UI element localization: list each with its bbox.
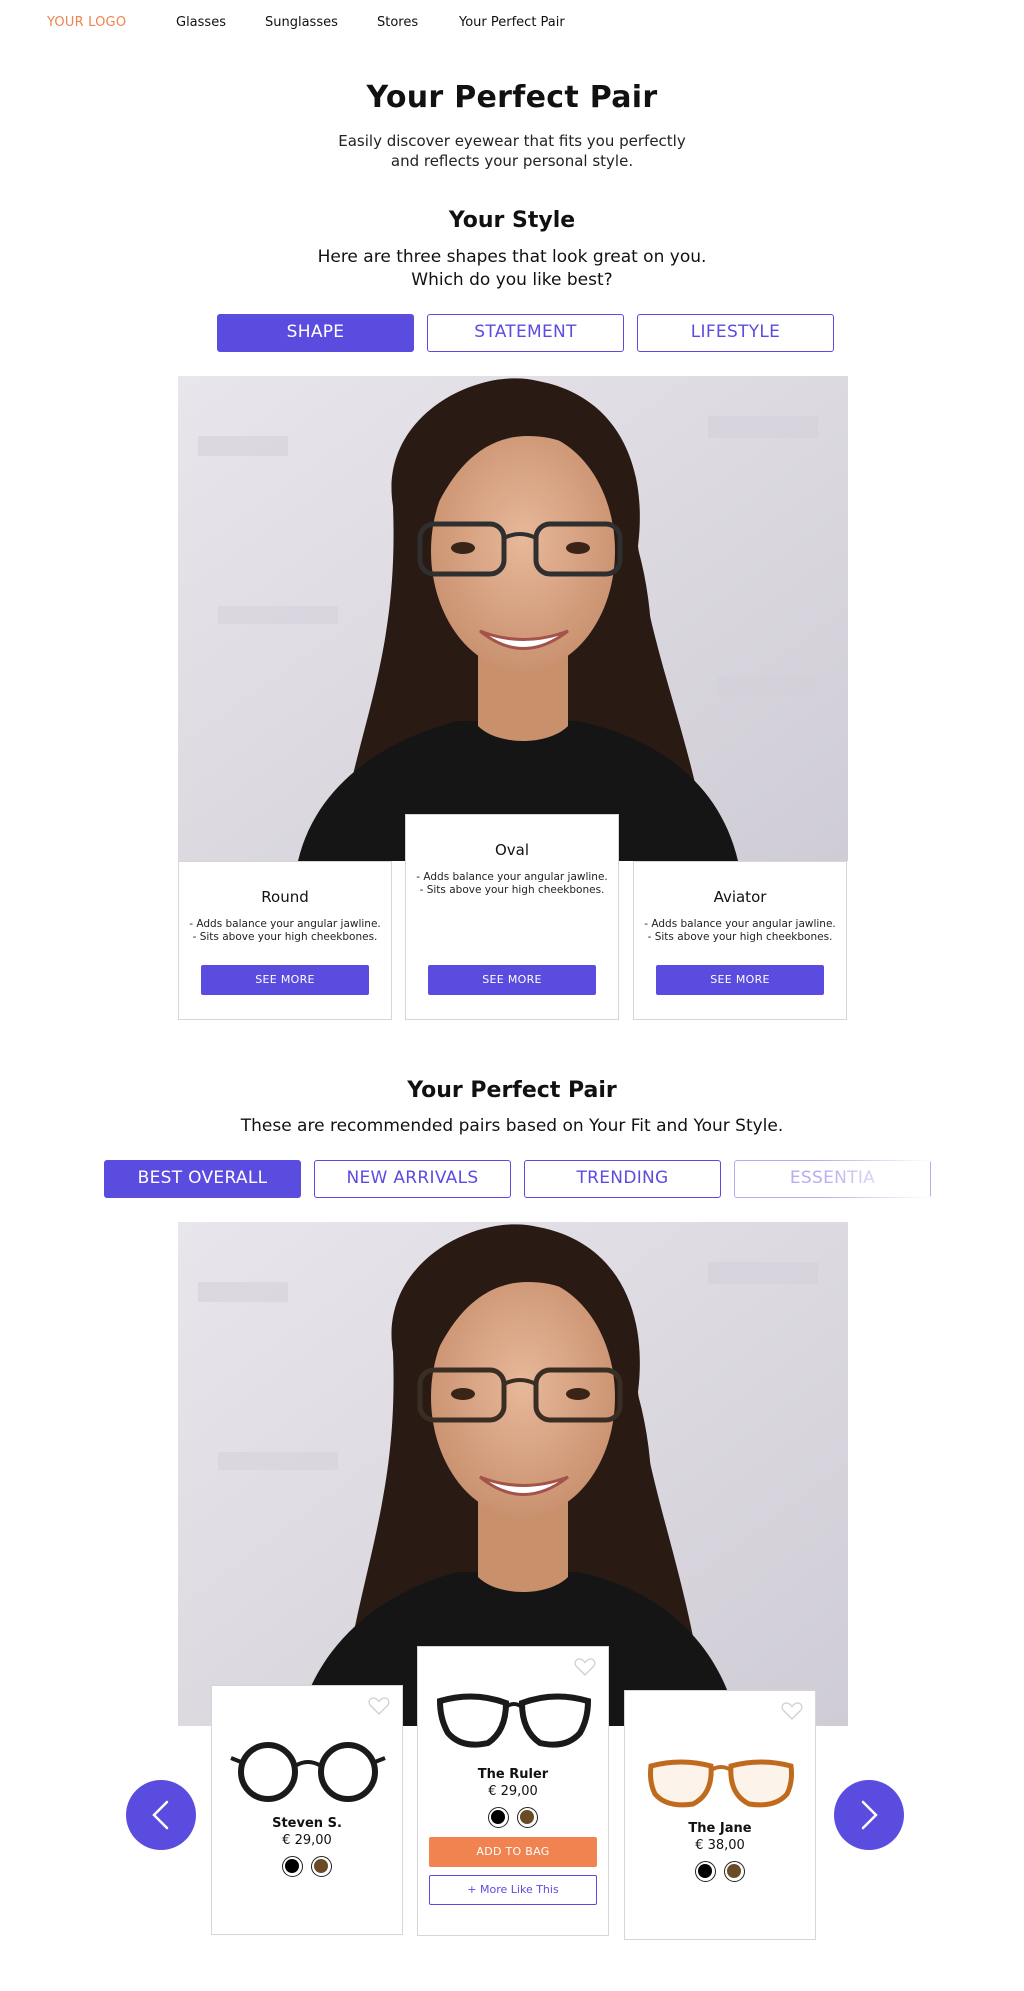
swatch-brown[interactable] — [311, 1856, 332, 1877]
pair-section-subtitle: These are recommended pairs based on You… — [240, 1116, 784, 1136]
swatch-black[interactable] — [488, 1807, 509, 1828]
see-more-button-oval[interactable]: SEE MORE — [428, 965, 596, 995]
shape-card-title: Oval — [494, 841, 530, 859]
page-subtitle-line1: Easily discover eyewear that fits you pe… — [338, 132, 686, 150]
product-price: € 29,00 — [488, 1784, 538, 1799]
product-card-ruler[interactable]: The Ruler € 29,00 ADD TO BAG + More Like… — [417, 1646, 609, 1936]
carousel-next-button[interactable] — [834, 1780, 904, 1850]
tab-new-arrivals[interactable]: NEW ARRIVALS — [314, 1160, 511, 1198]
top-nav: YOUR LOGO Glasses Sunglasses Stores Your… — [0, 0, 1024, 46]
tab-statement[interactable]: STATEMENT — [427, 314, 624, 352]
carousel-prev-button[interactable] — [126, 1780, 196, 1850]
product-card-jane[interactable]: The Jane € 38,00 — [624, 1690, 816, 1940]
nav-link-sunglasses[interactable]: Sunglasses — [265, 15, 338, 30]
color-swatches — [212, 1856, 402, 1877]
shape-card-desc-line2: - Sits above your high cheekbones. — [419, 884, 605, 896]
pair-section-title: Your Perfect Pair — [407, 1078, 617, 1103]
shape-card-title: Aviator — [713, 888, 767, 906]
style-subtitle-line2: Which do you like best? — [411, 270, 613, 290]
page-title: Your Perfect Pair — [366, 80, 658, 115]
product-name: The Jane — [688, 1821, 752, 1836]
see-more-button-round[interactable]: SEE MORE — [201, 965, 369, 995]
shape-card-aviator: Aviator - Adds balance your angular jawl… — [633, 861, 847, 1020]
heart-icon[interactable] — [781, 1701, 803, 1721]
style-subtitle-line1: Here are three shapes that look great on… — [317, 247, 707, 267]
product-card-steven[interactable]: Steven S. € 29,00 — [211, 1685, 403, 1935]
shape-card-desc-line2: - Sits above your high cheekbones. — [647, 931, 833, 943]
tab-trending[interactable]: TRENDING — [524, 1160, 721, 1198]
tab-best-overall[interactable]: BEST OVERALL — [104, 1160, 301, 1198]
shape-card-desc-line1: - Adds balance your angular jawline. — [416, 871, 608, 883]
chevron-left-icon — [152, 1800, 169, 1830]
heart-icon[interactable] — [368, 1696, 390, 1716]
shape-card-round: Round - Adds balance your angular jawlin… — [178, 861, 392, 1020]
shape-card-desc: - Adds balance your angular jawline. - S… — [634, 918, 846, 944]
tabs-fade-overlay — [820, 1155, 930, 1205]
model-portrait-image — [178, 376, 848, 861]
nav-link-glasses[interactable]: Glasses — [176, 15, 226, 30]
add-to-bag-button[interactable]: ADD TO BAG — [429, 1837, 597, 1867]
shape-card-desc-line1: - Adds balance your angular jawline. — [189, 918, 381, 930]
product-price: € 29,00 — [282, 1833, 332, 1848]
product-price: € 38,00 — [695, 1838, 745, 1853]
shape-card-title: Round — [261, 888, 309, 906]
shape-card-oval: Oval - Adds balance your angular jawline… — [405, 814, 619, 1020]
swatch-brown[interactable] — [517, 1807, 538, 1828]
shape-card-desc-line2: - Sits above your high cheekbones. — [192, 931, 378, 943]
product-image-glasses — [648, 1759, 794, 1808]
see-more-button-aviator[interactable]: SEE MORE — [656, 965, 824, 995]
shape-card-desc: - Adds balance your angular jawline. - S… — [406, 871, 618, 897]
style-section-title: Your Style — [448, 208, 576, 233]
page-subtitle: Easily discover eyewear that fits you pe… — [0, 131, 1024, 171]
logo[interactable]: YOUR LOGO — [47, 15, 126, 30]
style-section-subtitle: Here are three shapes that look great on… — [0, 246, 1024, 292]
tab-lifestyle[interactable]: LIFESTYLE — [637, 314, 834, 352]
nav-link-your-perfect-pair[interactable]: Your Perfect Pair — [459, 15, 565, 30]
swatch-black[interactable] — [695, 1861, 716, 1882]
product-image-glasses — [230, 1742, 386, 1802]
page-subtitle-line2: and reflects your personal style. — [390, 152, 634, 170]
color-swatches — [418, 1807, 608, 1828]
chevron-right-icon — [861, 1800, 878, 1830]
product-name: The Ruler — [477, 1767, 549, 1782]
product-name: Steven S. — [272, 1816, 342, 1831]
swatch-brown[interactable] — [724, 1861, 745, 1882]
color-swatches — [625, 1861, 815, 1882]
tab-shape[interactable]: SHAPE — [217, 314, 414, 352]
more-like-this-button[interactable]: + More Like This — [429, 1875, 597, 1905]
shape-card-desc: - Adds balance your angular jawline. - S… — [179, 918, 391, 944]
shape-card-desc-line1: - Adds balance your angular jawline. — [644, 918, 836, 930]
swatch-black[interactable] — [282, 1856, 303, 1877]
model-photo — [178, 376, 848, 861]
heart-icon[interactable] — [574, 1657, 596, 1677]
nav-link-stores[interactable]: Stores — [377, 15, 418, 30]
product-image-glasses — [436, 1693, 592, 1748]
